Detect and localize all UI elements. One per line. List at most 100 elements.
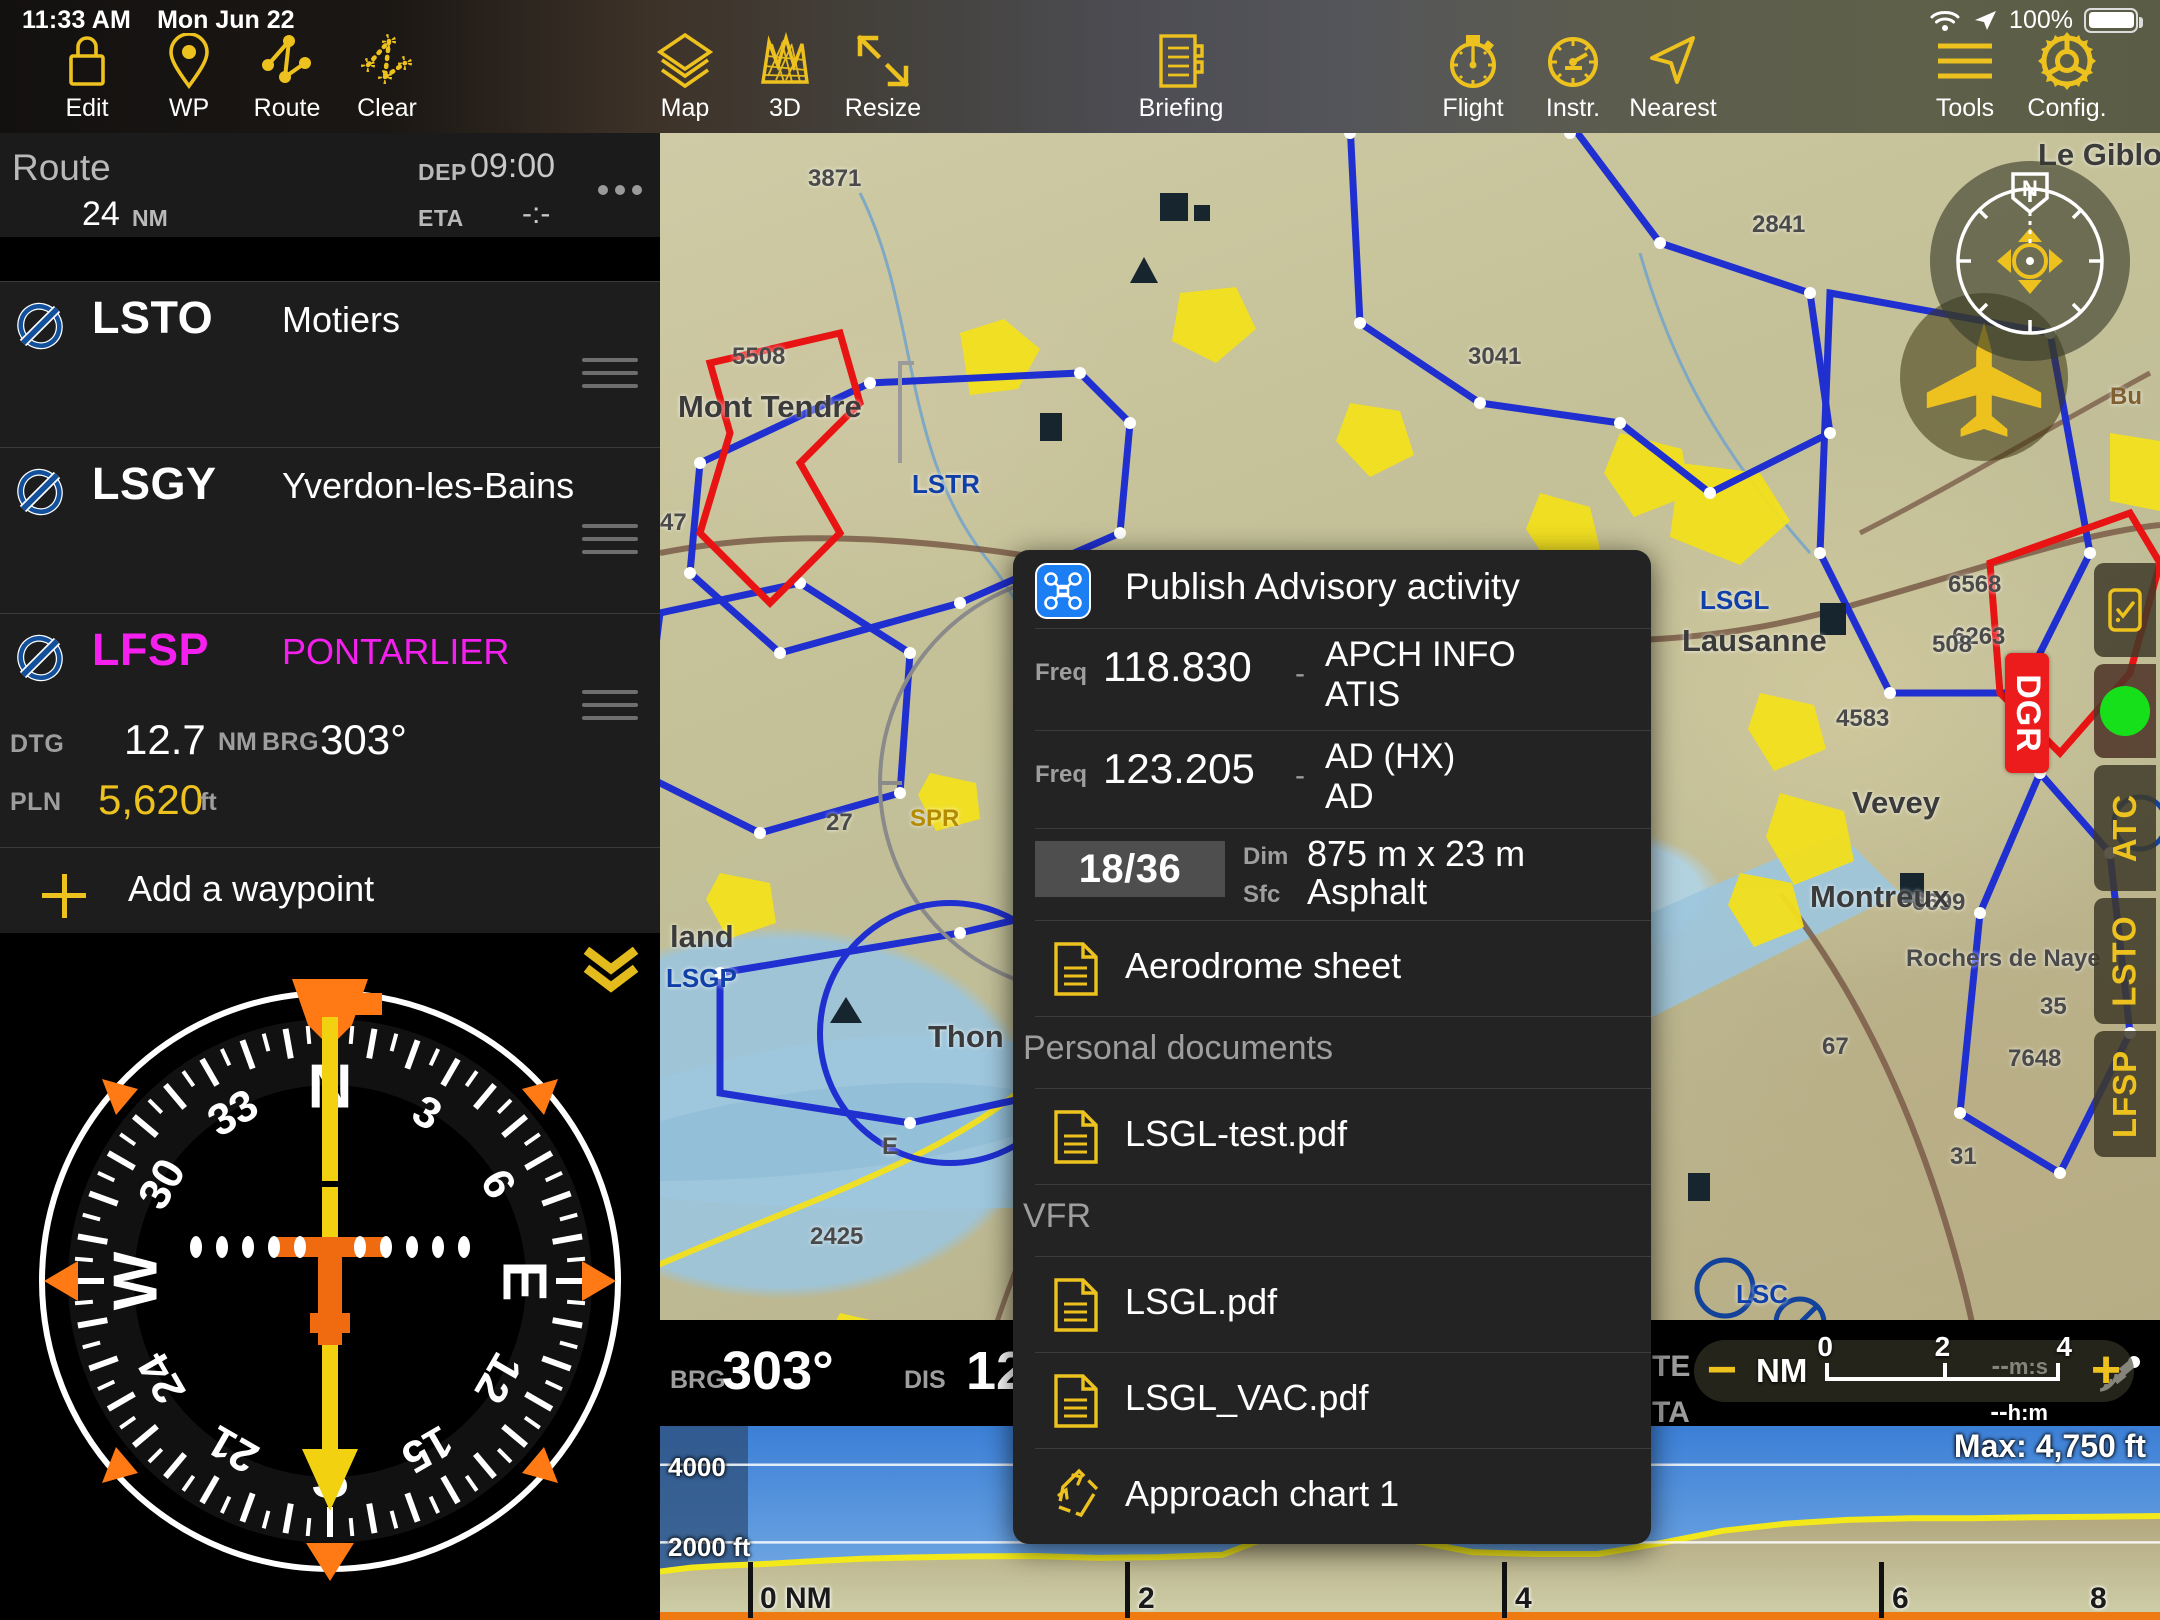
popup-doc-lsgl-test[interactable]: LSGL-test.pdf bbox=[1035, 1088, 1651, 1184]
toolbar-item-config[interactable]: Config. bbox=[2002, 30, 2132, 130]
popup-title: Publish Advisory activity bbox=[1125, 566, 1520, 607]
route-dep-label: DEP bbox=[418, 159, 467, 185]
toolbar-label: Map bbox=[660, 94, 710, 122]
approach-chart-icon bbox=[1049, 1465, 1107, 1530]
add-waypoint-button[interactable]: Add a waypoint bbox=[0, 847, 660, 933]
scale-unit-label: NM bbox=[1756, 1352, 1808, 1389]
profile-max-altitude: Max: 4,750 ft bbox=[1953, 1428, 2146, 1464]
side-tab-atc[interactable]: ATC bbox=[2094, 765, 2156, 891]
popup-doc-approach-chart[interactable]: Approach chart 1 bbox=[1035, 1448, 1651, 1544]
side-tab-lfsp-label: LFSP bbox=[2106, 1049, 2143, 1139]
waypoint-name: Motiers bbox=[282, 299, 401, 340]
compass-north-label: N bbox=[2022, 176, 2038, 201]
profile-ytick-4000: 4000 bbox=[668, 1452, 726, 1482]
document-icon bbox=[1053, 1277, 1099, 1338]
route-header: Route 24 NM DEP 09:00 ETA -:- bbox=[0, 133, 660, 239]
scale-tick-0: 0 bbox=[1817, 1331, 1833, 1362]
runway-designator: 18/36 bbox=[1035, 841, 1225, 897]
resize-arrows-icon bbox=[854, 30, 912, 92]
waypoint-drag-handle[interactable] bbox=[582, 358, 638, 397]
gauge-icon bbox=[1545, 30, 1601, 92]
toolbar-label: Tools bbox=[1935, 94, 1995, 122]
toolbar-item-briefing[interactable]: Briefing bbox=[1116, 30, 1246, 130]
hsi-compass-rose[interactable]: N36E1215S2124W3033 bbox=[0, 951, 660, 1620]
route-sidebar: Route 24 NM DEP 09:00 ETA -:- LSTO Motie… bbox=[0, 133, 660, 1620]
waypoint-name: Yverdon-les-Bains bbox=[282, 465, 575, 506]
popup-doc-lsgl[interactable]: LSGL.pdf bbox=[1035, 1256, 1651, 1352]
waypoint-dtg-label: DTG bbox=[10, 730, 65, 758]
popup-doc-lsgl-vac[interactable]: LSGL_VAC.pdf bbox=[1035, 1352, 1651, 1448]
route-eta-value: -:- bbox=[522, 197, 551, 230]
freq-value-1: 118.830 bbox=[1103, 643, 1252, 690]
popup-doc-label: LSGL-test.pdf bbox=[1125, 1113, 1348, 1154]
side-tab-lfsp[interactable]: LFSP bbox=[2094, 1031, 2156, 1157]
waypoint-row-lsto[interactable]: LSTO Motiers bbox=[0, 281, 660, 447]
profile-xtick-8: 8 bbox=[2090, 1582, 2107, 1615]
toolbar-label: Resize bbox=[844, 94, 922, 122]
popup-frequency-row-2[interactable]: Freq 123.205 - AD (HX) AD bbox=[1035, 730, 1651, 828]
map-compass-rose[interactable]: N bbox=[1930, 161, 2130, 361]
document-icon bbox=[1156, 30, 1206, 92]
toolbar-label: Clear bbox=[357, 94, 417, 122]
route-icon bbox=[259, 30, 315, 92]
popup-runway-row[interactable]: 18/36 Dim 875 m x 23 m Sfc Asphalt bbox=[1035, 828, 1651, 920]
side-tab-lsto-label: LSTO bbox=[2106, 915, 2143, 1007]
waypoint-pln-label: PLN bbox=[10, 788, 62, 816]
scale-tick-2: 4 bbox=[2056, 1331, 2072, 1362]
waypoint-code: LSTO bbox=[92, 292, 214, 343]
waypoint-dtg-value: 12.7 bbox=[124, 716, 206, 763]
clear-route-icon bbox=[359, 30, 415, 92]
route-title: Route bbox=[12, 147, 111, 188]
toolbar-label: Instr. bbox=[1545, 94, 1601, 122]
freq-dash-1: - bbox=[1295, 657, 1305, 690]
popup-section-label: Personal documents bbox=[1023, 1029, 1333, 1067]
waypoint-row-lsgy[interactable]: LSGY Yverdon-les-Bains bbox=[0, 447, 660, 613]
popup-doc-label: Aerodrome sheet bbox=[1125, 945, 1402, 986]
freq-name1-2: AD (HX) bbox=[1325, 737, 1456, 776]
waypoint-drag-handle[interactable] bbox=[582, 524, 638, 563]
gear-icon bbox=[2037, 30, 2097, 92]
more-dots-icon[interactable] bbox=[598, 185, 642, 195]
plus-icon bbox=[42, 874, 86, 918]
waypoint-code: LSGY bbox=[92, 458, 217, 509]
freq-name2-1: ATIS bbox=[1325, 675, 1401, 714]
waypoint-row-lfsp[interactable]: LFSP PONTARLIER DTG 12.7 NM BRG 303° PLN… bbox=[0, 613, 660, 847]
profile-xtick-6: 6 bbox=[1892, 1582, 1909, 1615]
toolbar-item-nearest[interactable]: Nearest bbox=[1608, 30, 1738, 130]
popup-frequency-row-1[interactable]: Freq 118.830 - APCH INFO ATIS bbox=[1035, 628, 1651, 730]
zoom-out-button[interactable]: − bbox=[1694, 1344, 1750, 1396]
side-tab-status[interactable] bbox=[2094, 664, 2156, 758]
airfield-icon bbox=[14, 632, 66, 684]
toolbar-item-resize[interactable]: Resize bbox=[818, 30, 948, 130]
toolbar-item-clear[interactable]: Clear bbox=[322, 30, 452, 130]
freq-label-2: Freq bbox=[1035, 761, 1088, 788]
panel-divider bbox=[0, 239, 660, 281]
map-pin-icon bbox=[168, 30, 210, 92]
route-dep-value: 09:00 bbox=[470, 147, 556, 185]
zoom-in-button[interactable]: + bbox=[2078, 1344, 2134, 1396]
hsi-instrument[interactable]: N36E1215S2124W3033 bbox=[0, 933, 660, 1620]
popup-doc-aerodrome-sheet[interactable]: Aerodrome sheet bbox=[1035, 920, 1651, 1016]
route-distance: 24 bbox=[82, 195, 120, 233]
green-status-dot-icon bbox=[2100, 686, 2150, 736]
waypoint-brg-value: 303° bbox=[320, 716, 407, 763]
checklist-icon bbox=[2108, 588, 2142, 632]
toolbar-label: Edit bbox=[65, 94, 109, 122]
runway-sfc-label: Sfc bbox=[1243, 881, 1281, 908]
popup-doc-label: LSGL.pdf bbox=[1125, 1281, 1278, 1322]
hamburger-icon bbox=[1934, 30, 1996, 92]
runway-sfc-value: Asphalt bbox=[1307, 871, 1428, 912]
waypoint-dtg-unit: NM bbox=[218, 728, 257, 756]
freq-name1-1: APCH INFO bbox=[1325, 635, 1516, 674]
waypoint-pln-value: 5,620 bbox=[98, 776, 204, 823]
aerodrome-info-popup[interactable]: Publish Advisory activity Freq 118.830 -… bbox=[1013, 550, 1651, 1544]
side-tab-checklist[interactable] bbox=[2094, 563, 2156, 657]
side-tab-lsto[interactable]: LSTO bbox=[2094, 898, 2156, 1024]
waypoint-drag-handle[interactable] bbox=[582, 690, 638, 729]
freq-value-2: 123.205 bbox=[1103, 745, 1255, 792]
danger-area-badge[interactable]: DGR bbox=[2005, 653, 2049, 773]
drone-app-icon bbox=[1035, 563, 1091, 619]
runway-dim-label: Dim bbox=[1243, 843, 1289, 870]
popup-doc-label: LSGL_VAC.pdf bbox=[1125, 1377, 1369, 1418]
terrain-3d-icon bbox=[756, 30, 814, 92]
